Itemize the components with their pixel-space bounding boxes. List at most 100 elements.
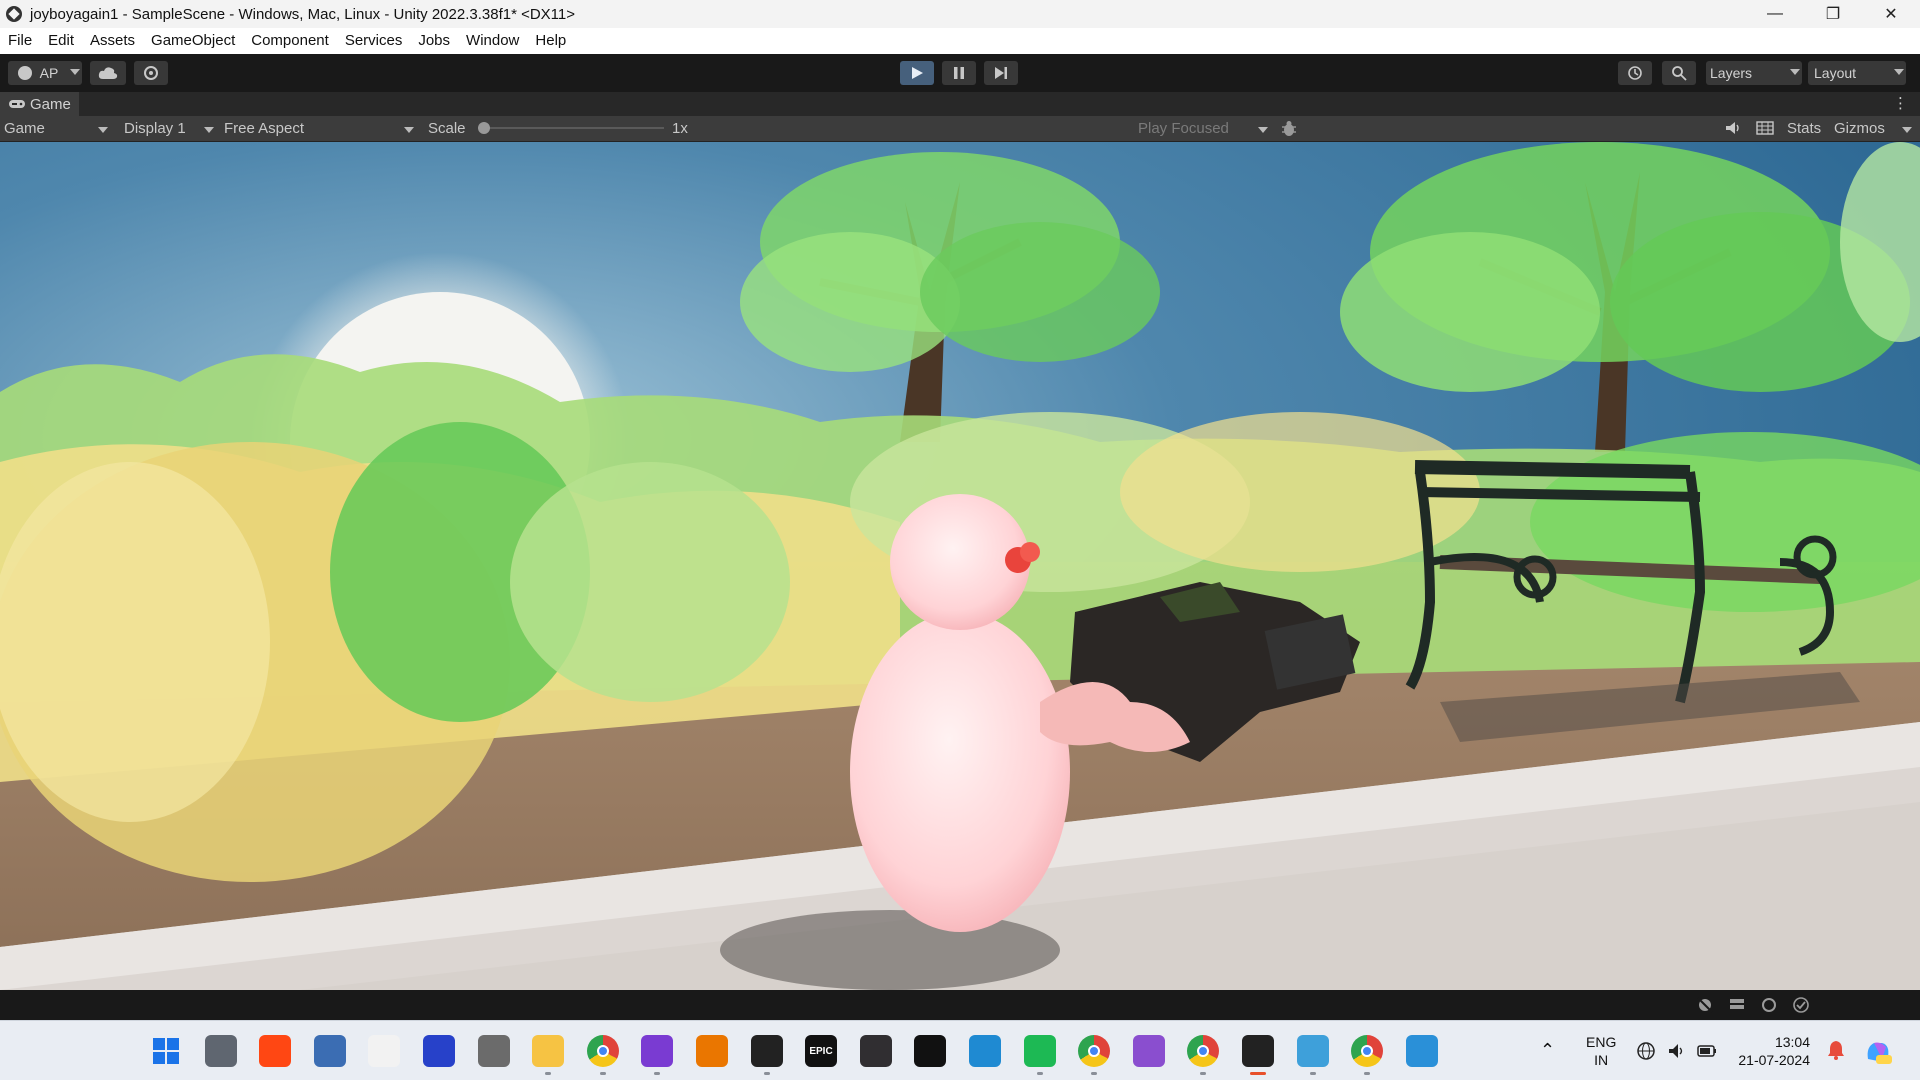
chevron-up-icon[interactable]: ⌃ [1540,1041,1555,1059]
battery-icon[interactable] [1696,1041,1718,1065]
chrome-profile3-icon[interactable] [1351,1035,1383,1067]
play-mode-dropdown[interactable]: Play Focused [1138,119,1270,139]
region-label: IN [1594,1052,1609,1068]
menu-bar: File Edit Assets GameObject Component Se… [0,28,1920,54]
gizmos-dropdown[interactable]: Gizmos [1834,119,1914,139]
close-button[interactable]: ✕ [1862,0,1920,28]
minimize-button[interactable]: — [1746,0,1804,28]
notification-bell-icon[interactable] [1826,1039,1846,1065]
cloud-button[interactable] [90,61,126,85]
menu-gameobject[interactable]: GameObject [143,28,243,54]
settings-icon[interactable] [314,1035,346,1067]
tab-game[interactable]: Game [0,92,79,116]
tab-game-label: Game [30,95,71,113]
search-button[interactable] [1662,61,1696,85]
aspect-dropdown[interactable]: Free Aspect [224,119,416,139]
game-scene-render [0,142,1920,990]
pause-button[interactable] [942,61,976,85]
app-dark-icon[interactable] [478,1035,510,1067]
window-title: joyboyagain1 - SampleScene - Windows, Ma… [30,5,576,23]
running-indicator [1091,1072,1097,1075]
layers-stack-icon[interactable] [1728,996,1746,1014]
file-explorer-icon[interactable] [532,1035,564,1067]
stats-button[interactable]: Stats [1787,119,1821,139]
notepad-icon[interactable] [1297,1035,1329,1067]
language-indicator[interactable]: ENG IN [1586,1033,1616,1069]
chrome-profile2-icon[interactable] [1187,1035,1219,1067]
copilot-icon[interactable] [1864,1037,1892,1069]
window-title-bar: joyboyagain1 - SampleScene - Windows, Ma… [0,0,1920,28]
layers-label: Layers [1710,65,1753,81]
github-desktop-icon[interactable] [641,1035,673,1067]
cloud-icon [98,67,118,79]
photos-icon[interactable] [1406,1035,1438,1067]
collab-button[interactable] [134,61,168,85]
account-label: AP [39,65,59,81]
menu-component[interactable]: Component [243,28,337,54]
vscode-icon[interactable] [969,1035,1001,1067]
chrome-icon[interactable] [587,1035,619,1067]
account-icon [17,66,32,80]
display-dropdown[interactable]: Display 1 [124,119,216,139]
blender-icon[interactable] [696,1035,728,1067]
gamepad-icon [9,100,25,108]
play-button[interactable] [900,61,934,85]
undo-history-button[interactable] [1618,61,1652,85]
unreal-icon[interactable] [914,1035,946,1067]
start-icon[interactable] [150,1035,182,1067]
view-mode-dropdown[interactable]: Game [4,119,110,139]
scale-slider-thumb[interactable] [478,122,490,134]
ms-store-icon[interactable] [368,1035,400,1067]
unity-hub-icon[interactable] [751,1035,783,1067]
debug-off-icon[interactable] [1696,996,1714,1014]
clock[interactable]: 13:04 21-07-2024 [1730,1033,1810,1069]
spotify-icon[interactable] [1024,1035,1056,1067]
running-indicator [1364,1072,1370,1075]
account-dropdown[interactable]: AP [8,61,82,85]
layout-dropdown[interactable]: Layout [1808,61,1906,85]
display-label: Display 1 [124,120,186,137]
app-blue-icon[interactable] [423,1035,455,1067]
menu-assets[interactable]: Assets [82,28,143,54]
grid-toggle-icon[interactable] [1756,121,1774,141]
history-icon [1628,66,1642,80]
game-viewport[interactable] [0,142,1920,990]
kebab-menu-icon[interactable]: ⋮ [1893,94,1908,112]
game-tab-bar: Game ⋮ [0,92,1920,116]
step-button[interactable] [984,61,1018,85]
scale-slider[interactable] [478,122,664,134]
obs-icon[interactable] [860,1035,892,1067]
task-view-icon[interactable] [205,1035,237,1067]
view-mode-label: Game [4,120,45,137]
progress-off-icon[interactable] [1760,996,1778,1014]
maximize-button[interactable]: ❐ [1804,0,1862,28]
clock-time: 13:04 [1774,1034,1810,1050]
audio-mute-icon[interactable] [1724,120,1742,140]
volume-icon[interactable] [1666,1041,1686,1065]
check-circle-icon[interactable] [1792,996,1810,1014]
running-indicator [1200,1072,1206,1075]
running-indicator [545,1072,551,1075]
bug-icon[interactable] [1280,120,1298,140]
gear-icon [144,66,158,80]
chrome-profile-icon[interactable] [1078,1035,1110,1067]
running-indicator [654,1072,660,1075]
menu-file[interactable]: File [0,28,40,54]
menu-window[interactable]: Window [458,28,527,54]
menu-help[interactable]: Help [527,28,574,54]
scale-value: 1x [672,120,688,137]
visual-studio-icon[interactable] [1133,1035,1165,1067]
network-icon[interactable] [1636,1041,1656,1065]
step-icon [995,67,1007,79]
epic-games-icon[interactable]: EPIC [805,1035,837,1067]
menu-jobs[interactable]: Jobs [410,28,458,54]
houdini-icon[interactable] [259,1035,291,1067]
layers-dropdown[interactable]: Layers [1706,61,1802,85]
menu-edit[interactable]: Edit [40,28,82,54]
layout-label: Layout [1814,65,1857,81]
unity-logo-icon [6,6,22,22]
gizmos-label: Gizmos [1834,120,1885,137]
menu-services[interactable]: Services [337,28,411,54]
scale-label: Scale [428,120,466,137]
unity-editor-icon[interactable] [1242,1035,1274,1067]
